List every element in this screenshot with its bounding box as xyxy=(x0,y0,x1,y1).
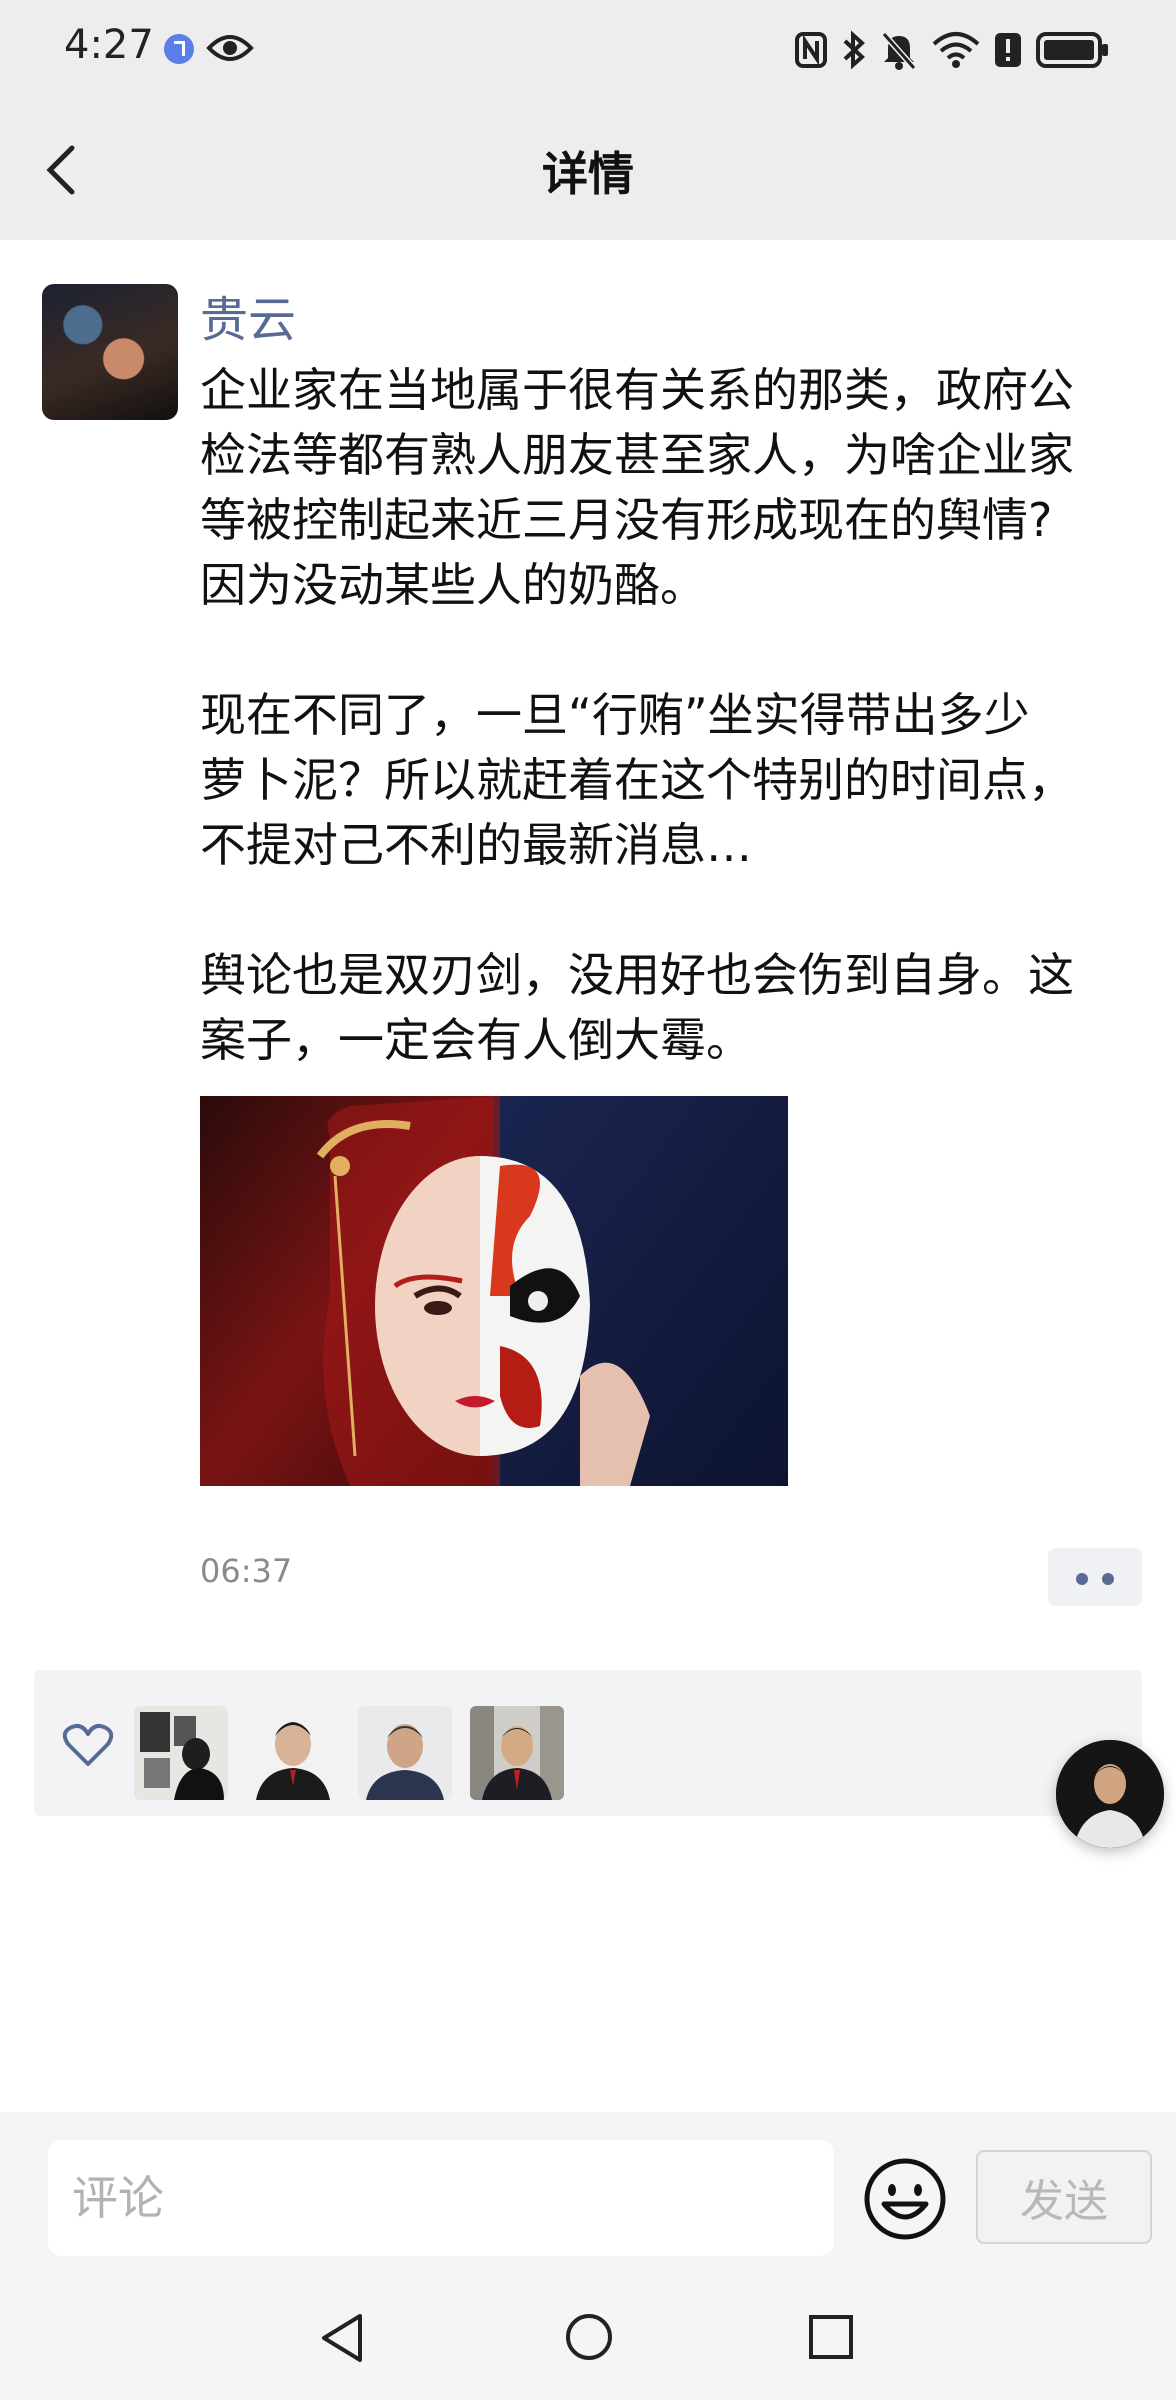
avatar-image xyxy=(470,1706,564,1800)
avatar-image xyxy=(134,1706,228,1800)
post-text-line: 现在不同了，一旦“行贿”坐实得带出多少 xyxy=(200,688,1030,742)
music-icon xyxy=(164,34,194,64)
post-text-line: 案子，一定会有人倒大霉。 xyxy=(200,1013,752,1067)
more-dots-icon xyxy=(1076,1573,1088,1585)
avatar-image xyxy=(358,1706,452,1800)
post-text-line: 企业家在当地属于很有关系的那类，政府公 xyxy=(200,363,1074,417)
post-text-line: 不提对己不利的最新消息… xyxy=(200,818,752,872)
eye-icon xyxy=(206,35,254,61)
floating-avatar[interactable] xyxy=(1056,1740,1164,1848)
bluetooth-icon xyxy=(843,30,865,70)
more-button[interactable] xyxy=(1048,1548,1142,1606)
nav-recent-apps-icon[interactable] xyxy=(808,2314,854,2360)
like-avatar[interactable] xyxy=(358,1706,452,1800)
comment-input[interactable] xyxy=(48,2140,834,2256)
title-bar: 详情 xyxy=(0,100,1176,240)
like-avatar[interactable] xyxy=(134,1706,228,1800)
comment-bar: 发送 xyxy=(0,2112,1176,2400)
avatar-image xyxy=(1056,1740,1164,1848)
like-avatar[interactable] xyxy=(246,1706,340,1800)
status-icons xyxy=(794,28,1110,72)
status-bar: 4:27 xyxy=(0,0,1176,100)
alert-icon xyxy=(995,33,1021,67)
smiley-face-icon[interactable] xyxy=(862,2156,948,2242)
author-avatar[interactable] xyxy=(42,284,178,420)
nav-home-icon[interactable] xyxy=(564,2312,614,2362)
post-text-line: 萝卜泥？所以就赶着在这个特别的时间点， xyxy=(200,753,1074,807)
post-image[interactable] xyxy=(200,1096,788,1486)
post-text-line: 舆论也是双刃剑，没用好也会伤到自身。这 xyxy=(200,948,1074,1002)
wifi-icon xyxy=(932,32,980,68)
nfc-icon xyxy=(795,32,827,68)
post-time: 06:37 xyxy=(200,1552,293,1590)
page-title: 详情 xyxy=(542,147,634,201)
heart-outline-icon xyxy=(62,1723,114,1766)
like-avatar[interactable] xyxy=(470,1706,564,1800)
more-dots-icon xyxy=(1102,1573,1114,1585)
likes-panel xyxy=(34,1670,1142,1816)
author-name[interactable]: 贵云 xyxy=(200,280,296,350)
mute-icon xyxy=(881,32,917,70)
status-time: 4:27 xyxy=(64,22,154,68)
post-text-line: 检法等都有熟人朋友甚至家人，为啥企业家 xyxy=(200,428,1074,482)
send-button[interactable]: 发送 xyxy=(976,2150,1152,2244)
battery-icon xyxy=(1036,32,1108,68)
post-text: 企业家在当地属于很有关系的那类，政府公 检法等都有熟人朋友甚至家人，为啥企业家 … xyxy=(200,358,1140,1073)
nav-back-icon[interactable] xyxy=(316,2310,368,2366)
opera-mask-image xyxy=(200,1096,788,1486)
avatar-image xyxy=(246,1706,340,1800)
post-text-line: 因为没动某些人的奶酪。 xyxy=(200,558,706,612)
post-text-line: 等被控制起来近三月没有形成现在的舆情? xyxy=(200,493,1053,547)
